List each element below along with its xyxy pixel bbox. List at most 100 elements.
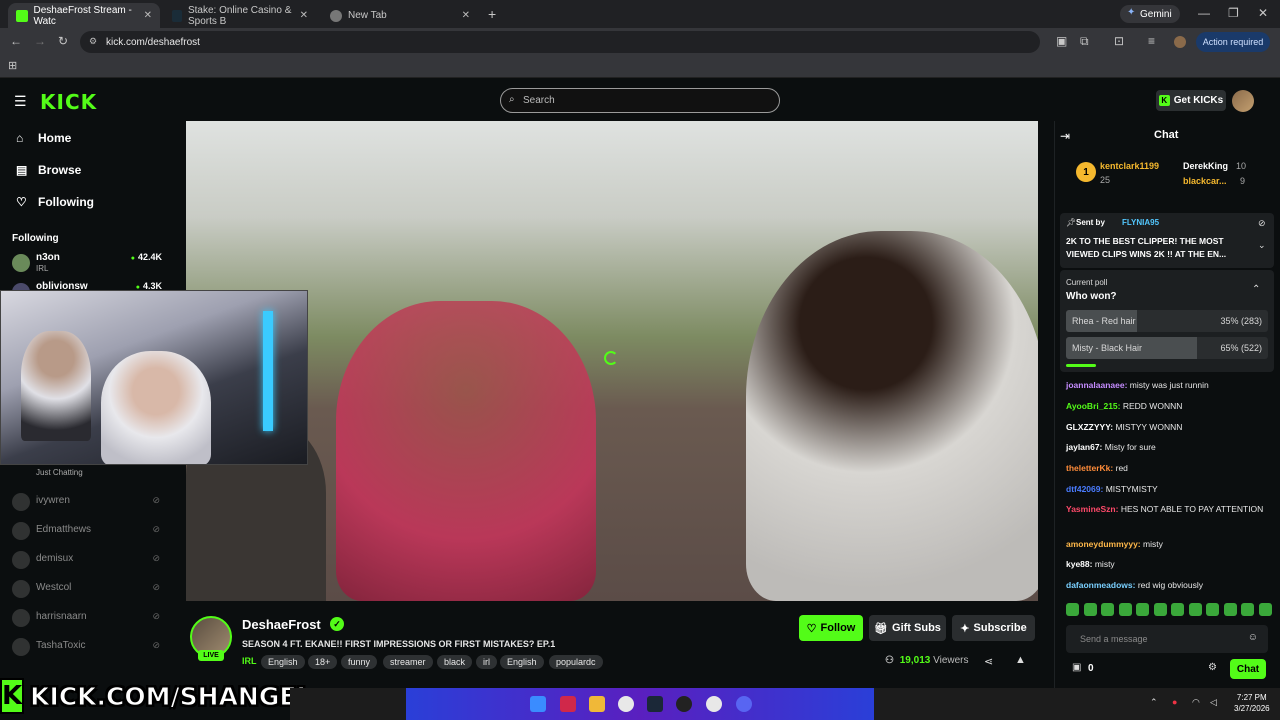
chat-username[interactable]: theletterKk: <box>1066 463 1113 473</box>
unpin-icon[interactable]: ⊘ <box>1258 218 1266 229</box>
maximize-icon[interactable]: ❐ <box>1228 6 1239 20</box>
kick-logo[interactable]: KICK <box>40 90 97 114</box>
wifi-icon[interactable]: ◠ <box>1192 697 1200 708</box>
emote-icon[interactable] <box>1083 603 1097 616</box>
tab-new[interactable]: New Tab ✕ <box>322 3 478 28</box>
followed-channel-offline[interactable]: ivywren ⊘ <box>12 491 162 517</box>
gemini-button[interactable]: ✦ Gemini <box>1120 5 1180 23</box>
minimize-icon[interactable]: — <box>1198 6 1210 20</box>
chat-username[interactable]: AyooBri_215: <box>1066 401 1120 411</box>
close-icon[interactable]: ✕ <box>144 10 152 21</box>
steam-icon[interactable] <box>647 696 663 712</box>
followed-channel-offline[interactable]: TashaToxic ⊘ <box>12 636 162 662</box>
tag[interactable]: English <box>261 655 305 669</box>
tab-kick[interactable]: DeshaeFrost Stream - Watc ✕ <box>8 3 160 28</box>
url-field[interactable]: ⚙ kick.com/deshaefrost <box>80 31 1040 53</box>
emote-icon[interactable] <box>1258 603 1272 616</box>
volume-icon[interactable]: ◁ <box>1210 697 1217 708</box>
chat-username[interactable]: amoneydummyyy: <box>1066 539 1141 549</box>
tag[interactable]: irl <box>476 655 497 669</box>
get-kicks-button[interactable]: K Get KICKs <box>1156 90 1226 111</box>
pinned-message[interactable]: 📌︎ Sent by FLYNIA95 ⊘ 2K TO THE BEST CLI… <box>1060 213 1274 268</box>
chevron-down-icon[interactable]: ⌄ <box>1258 240 1266 251</box>
new-tab-icon[interactable]: + <box>488 6 496 22</box>
tag[interactable]: English <box>500 655 544 669</box>
window-close-icon[interactable]: ✕ <box>1258 6 1268 20</box>
action-required-button[interactable]: Action required <box>1196 32 1270 52</box>
emote-icon[interactable] <box>1171 603 1185 616</box>
collapse-chat-icon[interactable]: ⇥ <box>1060 129 1070 143</box>
subscribe-button[interactable]: ✦ Subscribe <box>952 615 1035 641</box>
search-input[interactable]: ⌕ Search <box>500 88 780 113</box>
close-icon[interactable]: ✕ <box>300 10 308 21</box>
channel-points-icon[interactable]: ▣ <box>1072 662 1081 673</box>
obs-icon[interactable] <box>676 696 692 712</box>
apps-grid-icon[interactable]: ⊞ <box>8 59 17 72</box>
forward-icon[interactable]: → <box>34 34 46 48</box>
media-icon[interactable]: ≡ <box>1148 34 1155 48</box>
report-icon[interactable]: ▲ <box>1015 654 1026 666</box>
emote-icon[interactable] <box>1223 603 1237 616</box>
pinned-sender[interactable]: FLYNIA95 <box>1122 218 1159 227</box>
category-link[interactable]: IRL <box>242 656 257 666</box>
chat-username[interactable]: dafaonmeadows: <box>1066 580 1135 590</box>
mic-icon[interactable]: ● <box>1172 697 1177 707</box>
windows-start-icon[interactable] <box>530 696 546 712</box>
followed-channel-offline[interactable]: demisux ⊘ <box>12 549 162 575</box>
sidebar-item-home[interactable]: ⌂ Home <box>16 131 71 145</box>
leaderboard-user[interactable]: DerekKing <box>1183 161 1228 171</box>
tag[interactable]: streamer <box>383 655 433 669</box>
site-info-icon[interactable]: ⚙ <box>89 36 97 47</box>
leaderboard-user[interactable]: kentclark1199 <box>1100 161 1159 171</box>
user-avatar[interactable] <box>1232 90 1254 112</box>
app-icon[interactable] <box>560 696 576 712</box>
chevron-up-icon[interactable]: ⌃ <box>1252 284 1260 295</box>
discord-icon[interactable] <box>736 696 752 712</box>
tag[interactable]: 18+ <box>308 655 338 669</box>
settings-gear-icon[interactable]: ⚙ <box>1208 662 1217 673</box>
emote-icon[interactable] <box>1241 603 1255 616</box>
screen-icon[interactable]: ⊡ <box>1114 34 1124 48</box>
chat-username[interactable]: joannalaanaee: <box>1066 380 1127 390</box>
taskbar-clock[interactable]: 7:27 PM 3/27/2026 <box>1234 692 1270 714</box>
chat-username[interactable]: jaylan67: <box>1066 442 1102 452</box>
poll-option[interactable]: Rhea - Red hair 35% (283) <box>1066 310 1268 332</box>
emote-icon[interactable] <box>1101 603 1115 616</box>
share-icon[interactable]: ⋖ <box>984 655 993 668</box>
extension-icon[interactable]: ▣ <box>1056 34 1067 48</box>
followed-channel-offline[interactable]: harrisnaarn ⊘ <box>12 607 162 633</box>
tab-stake[interactable]: Stake: Online Casino & Sports B ✕ <box>164 3 316 28</box>
tag[interactable]: funny <box>341 655 378 669</box>
sidebar-item-browse[interactable]: ▤ Browse <box>16 163 81 177</box>
chat-username[interactable]: dtf42069: <box>1066 484 1103 494</box>
emote-icon[interactable] <box>1188 603 1202 616</box>
emote-icon[interactable] <box>1206 603 1220 616</box>
reload-icon[interactable]: ↻ <box>58 34 68 48</box>
emote-icon[interactable] <box>1136 603 1150 616</box>
emote-icon[interactable] <box>1153 603 1167 616</box>
emoji-icon[interactable]: ☺ <box>1248 632 1258 643</box>
followed-channel-offline[interactable]: Edmatthews ⊘ <box>12 520 162 546</box>
emote-icon[interactable] <box>1118 603 1132 616</box>
chrome-icon[interactable] <box>618 696 634 712</box>
followed-channel[interactable]: Just Chatting <box>12 466 162 492</box>
menu-icon[interactable]: ☰ <box>14 93 27 110</box>
file-explorer-icon[interactable] <box>589 696 605 712</box>
video-player[interactable] <box>186 121 1038 601</box>
chat-input[interactable]: Send a message ☺ <box>1066 625 1268 653</box>
chat-username[interactable]: kye88: <box>1066 559 1092 569</box>
channel-name[interactable]: DeshaeFrost <box>242 617 321 632</box>
gift-subs-button[interactable]: 🎁︎ Gift Subs <box>869 615 946 641</box>
leaderboard-user[interactable]: blackcar... <box>1183 176 1227 186</box>
emote-icon[interactable] <box>1066 603 1079 616</box>
close-icon[interactable]: ✕ <box>462 10 470 21</box>
poll-option[interactable]: Misty - Black Hair 65% (522) <box>1066 337 1268 359</box>
chat-username[interactable]: GLXZZYYY: <box>1066 422 1113 432</box>
tag[interactable]: populardc <box>549 655 603 669</box>
chat-username[interactable]: YasmineSzn: <box>1066 504 1118 514</box>
follow-button[interactable]: ♡ Follow <box>799 615 863 641</box>
profile-icon[interactable] <box>1174 36 1186 48</box>
chevron-up-icon[interactable]: ⌃ <box>1150 697 1158 708</box>
puzzle-icon[interactable]: ⧉ <box>1080 34 1089 49</box>
send-chat-button[interactable]: Chat <box>1230 659 1266 679</box>
